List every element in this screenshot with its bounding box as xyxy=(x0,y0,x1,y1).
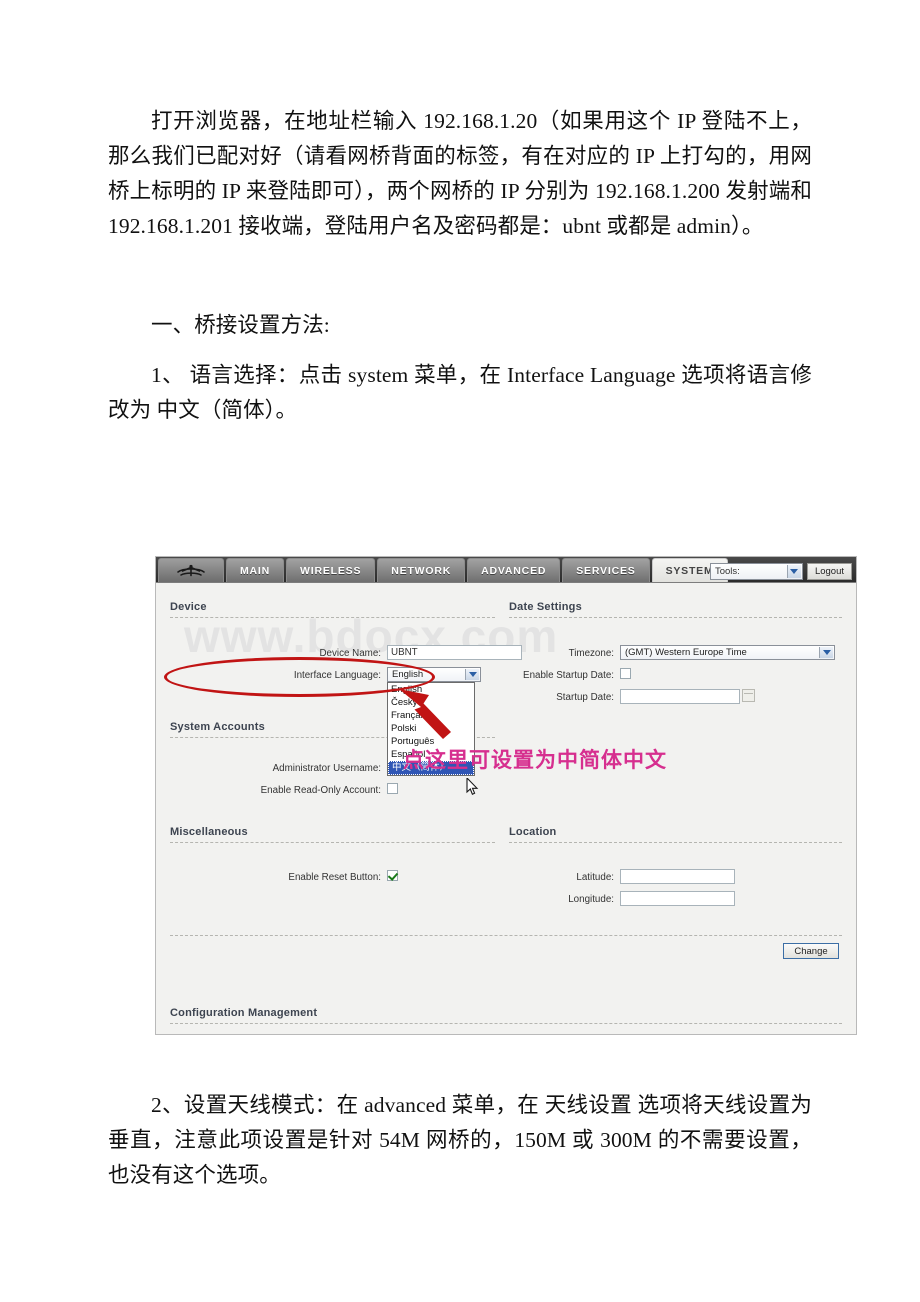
latitude-label: Latitude: xyxy=(576,872,614,883)
enable-read-only-account-checkbox[interactable] xyxy=(387,783,398,794)
chevron-down-icon xyxy=(786,565,801,578)
divider-change-row xyxy=(170,935,842,936)
chevron-down-icon xyxy=(465,669,479,680)
longitude-input[interactable] xyxy=(620,891,735,906)
section-title-device: Device xyxy=(170,601,207,613)
router-ui-screenshot: www.bdocx.com MAIN WIRELESS NETWORK ADVA… xyxy=(155,556,857,1035)
startup-date-input[interactable] xyxy=(620,689,740,704)
annotation-pink-text: 点这里可设置为中简体中文 xyxy=(403,749,667,772)
enable-read-only-account-label: Enable Read-Only Account: xyxy=(260,785,381,796)
calendar-icon[interactable] xyxy=(742,689,755,702)
paragraph-step-2: 2、设置天线模式：在 advanced 菜单，在 天线设置 选项将天线设置为垂直… xyxy=(108,1093,812,1187)
paragraph-step-1: 1、 语言选择：点击 system 菜单，在 Interface Languag… xyxy=(108,363,812,422)
divider-configuration-management xyxy=(170,1023,842,1024)
section-title-location: Location xyxy=(509,826,557,838)
divider-device xyxy=(170,617,495,618)
divider-date-settings xyxy=(509,617,842,618)
tools-dropdown[interactable]: Tools: xyxy=(709,563,803,580)
ubiquiti-logo-icon[interactable] xyxy=(158,558,224,582)
logout-button[interactable]: Logout xyxy=(806,563,852,580)
timezone-label: Timezone: xyxy=(568,648,614,659)
paragraph-intro: 打开浏览器，在地址栏输入 192.168.1.20（如果用这个 IP 登陆不上，… xyxy=(108,109,812,238)
tab-network[interactable]: NETWORK xyxy=(377,558,466,582)
divider-location xyxy=(509,842,842,843)
administrator-username-label: Administrator Username: xyxy=(272,763,381,774)
timezone-select[interactable]: (GMT) Western Europe Time xyxy=(620,645,835,660)
section-title-miscellaneous: Miscellaneous xyxy=(170,826,248,838)
device-name-value: UBNT xyxy=(391,647,418,658)
tab-services[interactable]: SERVICES xyxy=(562,558,650,582)
longitude-label: Longitude: xyxy=(568,894,614,905)
enable-startup-date-label: Enable Startup Date: xyxy=(523,670,614,681)
tab-advanced[interactable]: ADVANCED xyxy=(467,558,561,582)
timezone-value: (GMT) Western Europe Time xyxy=(625,647,747,658)
nav-right-controls: Tools: Logout xyxy=(709,563,852,580)
annotation-arrow-icon xyxy=(391,683,481,750)
mouse-cursor-icon xyxy=(466,776,479,796)
tools-dropdown-label: Tools: xyxy=(714,566,740,577)
top-navigation-bar: MAIN WIRELESS NETWORK ADVANCED SERVICES … xyxy=(156,557,856,583)
section-title-date-settings: Date Settings xyxy=(509,601,582,613)
enable-reset-button-label: Enable Reset Button: xyxy=(288,872,381,883)
change-button[interactable]: Change xyxy=(783,943,839,959)
divider-miscellaneous xyxy=(170,842,495,843)
tab-main[interactable]: MAIN xyxy=(226,558,285,582)
tab-wireless[interactable]: WIRELESS xyxy=(286,558,376,582)
section-title-system-accounts: System Accounts xyxy=(170,721,265,733)
enable-reset-button-checkbox[interactable] xyxy=(387,870,398,881)
section-title-configuration-management: Configuration Management xyxy=(170,1007,318,1019)
chevron-down-icon xyxy=(819,647,833,658)
paragraph-heading-1: 一、桥接设置方法: xyxy=(151,313,330,337)
latitude-input[interactable] xyxy=(620,869,735,884)
enable-startup-date-checkbox[interactable] xyxy=(620,668,631,679)
startup-date-label: Startup Date: xyxy=(556,692,614,703)
